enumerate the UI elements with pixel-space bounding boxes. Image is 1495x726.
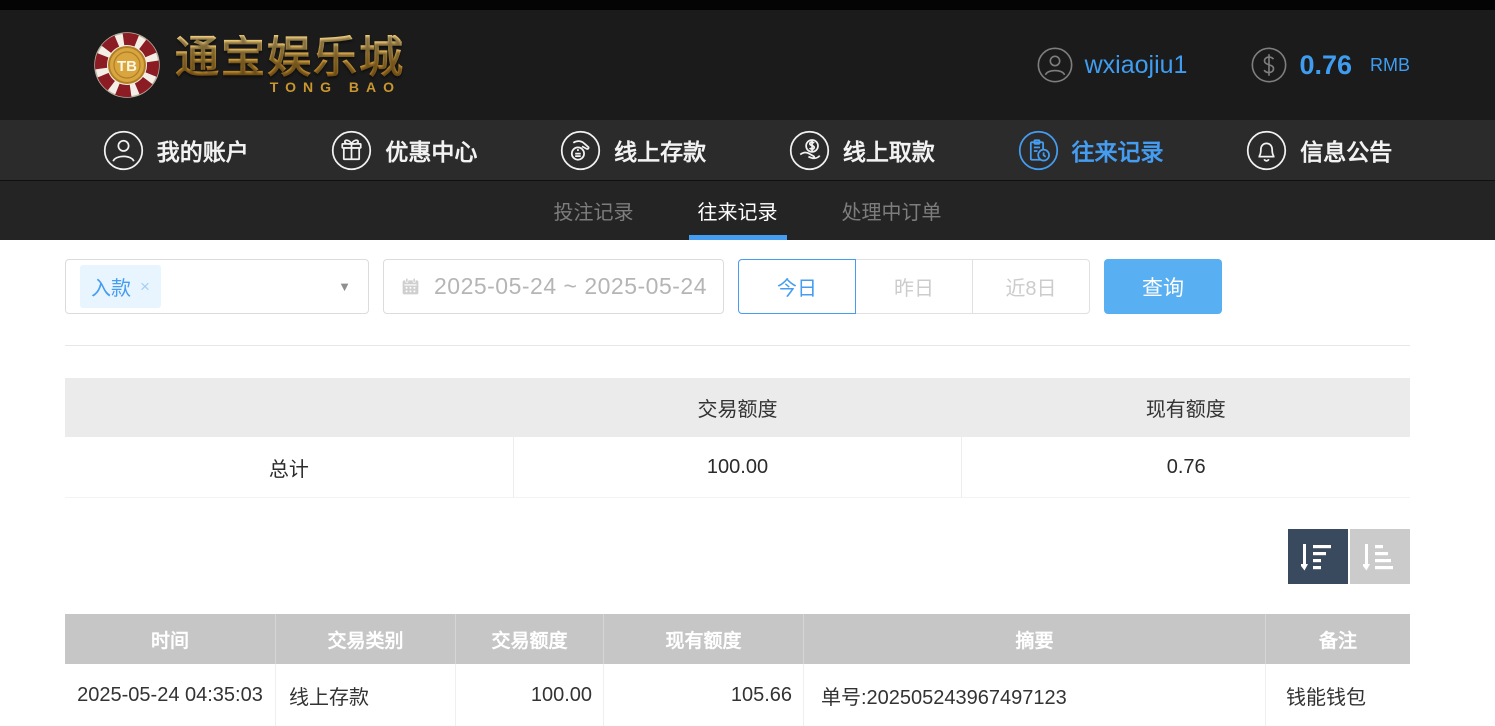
tab-label: 往来记录 <box>698 196 778 225</box>
nav-label: 优惠中心 <box>385 133 477 167</box>
cell-remark: 钱能钱包 <box>1265 664 1410 726</box>
balance-currency: RMB <box>1370 55 1410 76</box>
summary-transaction-amount: 100.00 <box>513 437 962 497</box>
today-button[interactable]: 今日 <box>738 259 856 314</box>
bell-icon <box>1246 130 1287 171</box>
header-balance: 现有额度 <box>603 614 803 664</box>
nav-item-withdraw[interactable]: 线上取款 <box>789 130 935 171</box>
summary-total-row: 总计 100.00 0.76 <box>65 437 1410 498</box>
user-profile[interactable]: wxiaojiu1 <box>1037 47 1188 83</box>
table-row: 2025-05-24 04:35:03 线上存款 100.00 105.66 单… <box>65 664 1410 726</box>
records-icon <box>1018 130 1059 171</box>
cell-balance: 105.66 <box>603 664 803 726</box>
svg-text:TB: TB <box>117 58 137 75</box>
summary-header-current-amount: 现有额度 <box>962 378 1410 437</box>
section-divider <box>65 345 1410 346</box>
site-logo[interactable]: TB 通宝娱乐城 TONG BAO <box>93 31 405 99</box>
query-button[interactable]: 查询 <box>1104 259 1222 314</box>
calendar-icon <box>400 275 421 298</box>
records-table: 时间 交易类别 交易额度 现有额度 摘要 备注 2025-05-24 04:35… <box>65 614 1410 726</box>
nav-item-my-account[interactable]: 我的账户 <box>103 130 249 171</box>
casino-chip-icon: TB <box>93 31 161 99</box>
user-icon <box>103 130 144 171</box>
summary-header-empty <box>65 378 513 437</box>
main-content: 入款 × ▼ 2025-05-24 ~ 2025-05-24 今日 昨日 近8日 <box>0 240 1495 726</box>
nav-label: 我的账户 <box>157 133 249 167</box>
sort-descending-icon <box>1301 541 1335 573</box>
nav-label: 信息公告 <box>1300 133 1392 167</box>
tag-label: 入款 <box>91 272 131 301</box>
gift-icon <box>331 130 372 171</box>
nav-label: 线上存款 <box>614 133 706 167</box>
summary-table: 交易额度 现有额度 总计 100.00 0.76 <box>65 378 1410 498</box>
summary-header-transaction-amount: 交易额度 <box>513 378 961 437</box>
remove-tag-icon[interactable]: × <box>140 277 150 297</box>
filter-row: 入款 × ▼ 2025-05-24 ~ 2025-05-24 今日 昨日 近8日 <box>65 259 1410 314</box>
cell-time: 2025-05-24 04:35:03 <box>65 664 275 726</box>
summary-current-amount: 0.76 <box>961 437 1410 497</box>
deposit-icon <box>560 130 601 171</box>
dollar-icon <box>1251 47 1287 83</box>
balance-amount: 0.76 <box>1299 50 1352 81</box>
header-remark: 备注 <box>1265 614 1410 664</box>
nav-label: 往来记录 <box>1072 133 1164 167</box>
tab-label: 处理中订单 <box>842 196 942 225</box>
site-header: TB 通宝娱乐城 TONG BAO wxiaojiu1 0.76 RMB <box>0 10 1495 120</box>
sort-ascending-button[interactable] <box>1350 529 1410 584</box>
last-8-days-button[interactable]: 近8日 <box>972 259 1090 314</box>
main-nav: 我的账户 优惠中心 线上存款 线上取款 <box>0 120 1495 180</box>
balance-display[interactable]: 0.76 RMB <box>1251 47 1410 83</box>
sub-nav: 投注记录 往来记录 处理中订单 <box>0 180 1495 240</box>
yesterday-button[interactable]: 昨日 <box>855 259 973 314</box>
user-area: wxiaojiu1 0.76 RMB <box>1037 47 1410 83</box>
summary-total-label: 总计 <box>65 437 513 497</box>
withdraw-icon <box>789 130 830 171</box>
header-amount: 交易额度 <box>455 614 603 664</box>
user-avatar-icon <box>1037 47 1073 83</box>
date-range-value: 2025-05-24 ~ 2025-05-24 <box>434 273 707 300</box>
records-table-header: 时间 交易类别 交易额度 现有额度 摘要 备注 <box>65 614 1410 664</box>
tab-betting-records[interactable]: 投注记录 <box>545 181 643 240</box>
transaction-type-select[interactable]: 入款 × ▼ <box>65 259 369 314</box>
selected-type-tag: 入款 × <box>80 265 161 308</box>
tab-transaction-records[interactable]: 往来记录 <box>689 181 787 240</box>
chevron-down-icon: ▼ <box>338 279 351 294</box>
tab-label: 投注记录 <box>554 196 634 225</box>
sort-controls <box>65 529 1410 584</box>
top-strip <box>0 0 1495 10</box>
site-title: 通宝娱乐城 <box>175 35 405 81</box>
header-type: 交易类别 <box>275 614 455 664</box>
cell-type: 线上存款 <box>275 664 455 726</box>
nav-item-promotions[interactable]: 优惠中心 <box>331 130 477 171</box>
date-range-input[interactable]: 2025-05-24 ~ 2025-05-24 <box>383 259 724 314</box>
nav-item-transaction-records[interactable]: 往来记录 <box>1018 130 1164 171</box>
header-time: 时间 <box>65 614 275 664</box>
username[interactable]: wxiaojiu1 <box>1085 51 1188 80</box>
sort-descending-button[interactable] <box>1288 529 1348 584</box>
cell-summary: 单号:202505243967497123 <box>803 664 1265 726</box>
quick-date-button-group: 今日 昨日 近8日 <box>738 259 1090 314</box>
sort-ascending-icon <box>1363 541 1397 573</box>
nav-item-deposit[interactable]: 线上存款 <box>560 130 706 171</box>
site-subtitle: TONG BAO <box>175 79 405 95</box>
header-summary: 摘要 <box>803 614 1265 664</box>
summary-table-header: 交易额度 现有额度 <box>65 378 1410 437</box>
nav-label: 线上取款 <box>843 133 935 167</box>
cell-amount: 100.00 <box>455 664 603 726</box>
tab-processing-orders[interactable]: 处理中订单 <box>833 181 951 240</box>
nav-item-announcements[interactable]: 信息公告 <box>1246 130 1392 171</box>
